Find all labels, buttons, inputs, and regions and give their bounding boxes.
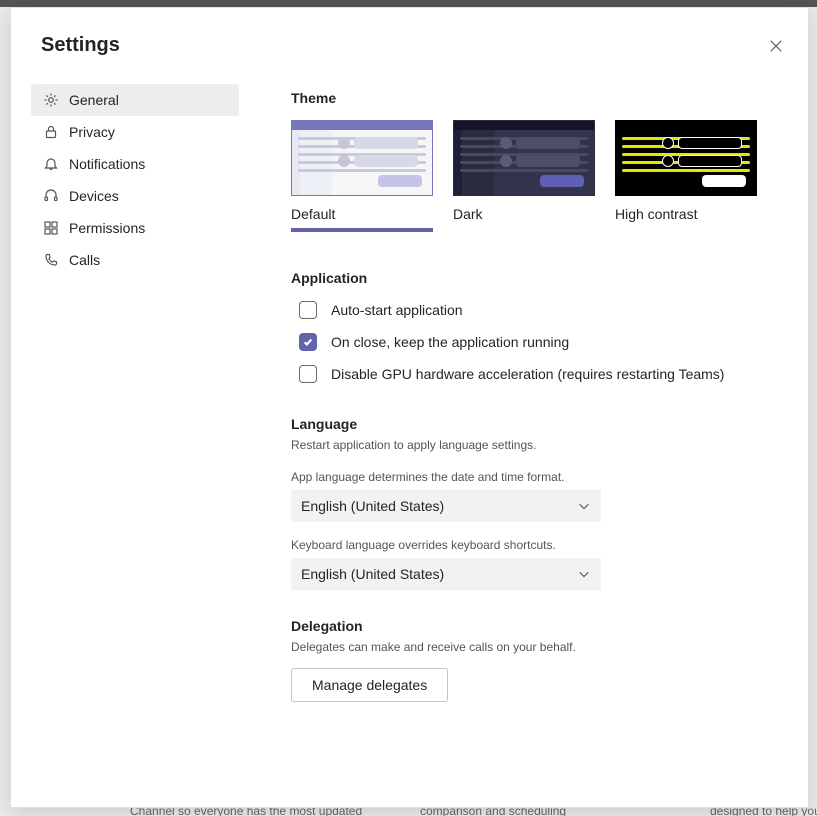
lock-icon xyxy=(43,124,59,140)
checkbox-disable-gpu[interactable] xyxy=(299,365,317,383)
delegation-heading: Delegation xyxy=(291,618,771,634)
nav-item-label: Privacy xyxy=(69,124,115,140)
settings-content: Theme Default xyxy=(291,90,771,702)
theme-heading: Theme xyxy=(291,90,771,106)
app-language-dropdown[interactable]: English (United States) xyxy=(291,490,601,522)
nav-item-devices[interactable]: Devices xyxy=(31,180,239,212)
chevron-down-icon xyxy=(577,499,591,513)
theme-label: Dark xyxy=(453,206,595,222)
checkbox-label: Disable GPU hardware acceleration (requi… xyxy=(331,366,724,382)
keyboard-language-hint: Keyboard language overrides keyboard sho… xyxy=(291,538,771,552)
theme-label: Default xyxy=(291,206,433,222)
theme-preview-high-contrast xyxy=(615,120,757,196)
application-section: Application Auto-start application On cl… xyxy=(291,270,771,390)
checkbox-keep-running[interactable] xyxy=(299,333,317,351)
settings-dialog: Settings General Privacy xyxy=(10,7,809,808)
nav-item-label: Devices xyxy=(69,188,119,204)
delegation-hint: Delegates can make and receive calls on … xyxy=(291,640,771,654)
dropdown-value: English (United States) xyxy=(301,498,444,514)
language-heading: Language xyxy=(291,416,771,432)
headset-icon xyxy=(43,188,59,204)
nav-item-label: Calls xyxy=(69,252,100,268)
theme-options: Default Dark xyxy=(291,120,771,232)
nav-item-label: Permissions xyxy=(69,220,145,236)
settings-sidebar: General Privacy Notifications Devices xyxy=(31,84,239,276)
nav-item-permissions[interactable]: Permissions xyxy=(31,212,239,244)
theme-option-default[interactable]: Default xyxy=(291,120,433,232)
nav-item-label: Notifications xyxy=(69,156,145,172)
theme-preview-default xyxy=(291,120,433,196)
app-window: Channel so everyone has the most updated… xyxy=(0,0,817,816)
app-language-hint: App language determines the date and tim… xyxy=(291,470,771,484)
nav-item-calls[interactable]: Calls xyxy=(31,244,239,276)
gear-icon xyxy=(43,92,59,108)
check-icon xyxy=(303,337,313,347)
checkbox-row-disable-gpu: Disable GPU hardware acceleration (requi… xyxy=(291,358,771,390)
chevron-down-icon xyxy=(577,567,591,581)
dialog-title: Settings xyxy=(41,34,120,57)
checkbox-row-autostart: Auto-start application xyxy=(291,294,771,326)
theme-option-dark[interactable]: Dark xyxy=(453,120,595,232)
checkbox-label: On close, keep the application running xyxy=(331,334,569,350)
bell-icon xyxy=(43,156,59,172)
language-restart-hint: Restart application to apply language se… xyxy=(291,438,771,452)
delegation-section: Delegation Delegates can make and receiv… xyxy=(291,618,771,702)
language-section: Language Restart application to apply la… xyxy=(291,416,771,590)
grid-icon xyxy=(43,220,59,236)
close-button[interactable] xyxy=(768,38,784,54)
checkbox-autostart[interactable] xyxy=(299,301,317,319)
phone-icon xyxy=(43,252,59,268)
app-titlebar xyxy=(0,0,817,7)
nav-item-privacy[interactable]: Privacy xyxy=(31,116,239,148)
dropdown-value: English (United States) xyxy=(301,566,444,582)
nav-item-general[interactable]: General xyxy=(31,84,239,116)
theme-option-high-contrast[interactable]: High contrast xyxy=(615,120,757,232)
nav-item-label: General xyxy=(69,92,119,108)
application-heading: Application xyxy=(291,270,771,286)
close-icon xyxy=(769,39,783,53)
manage-delegates-button[interactable]: Manage delegates xyxy=(291,668,448,702)
keyboard-language-dropdown[interactable]: English (United States) xyxy=(291,558,601,590)
checkbox-row-keep-running: On close, keep the application running xyxy=(291,326,771,358)
theme-label: High contrast xyxy=(615,206,757,222)
checkbox-label: Auto-start application xyxy=(331,302,463,318)
theme-preview-dark xyxy=(453,120,595,196)
nav-item-notifications[interactable]: Notifications xyxy=(31,148,239,180)
